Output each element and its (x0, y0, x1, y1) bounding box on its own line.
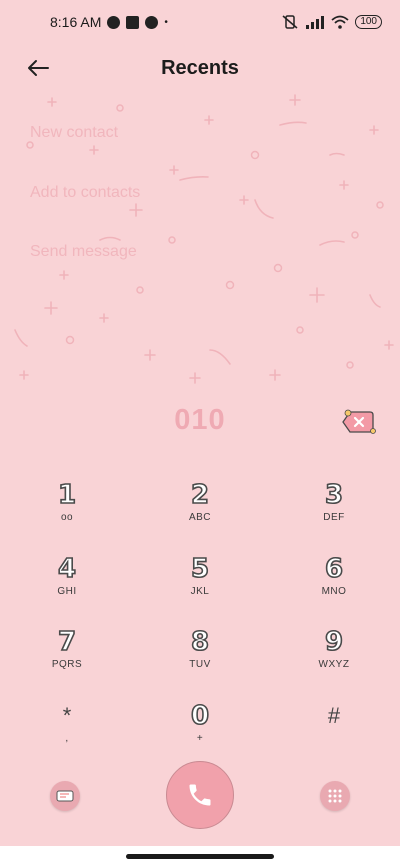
key-digit: 6 (324, 554, 344, 584)
key-letters: JKL (190, 586, 210, 597)
send-message-action[interactable]: Send message (30, 243, 137, 261)
key-3[interactable]: 3 DEF (284, 480, 384, 541)
key-letters: DEF (323, 512, 345, 523)
dialpad-toggle-button[interactable] (320, 781, 350, 811)
key-0[interactable]: 0 + (150, 701, 250, 762)
key-digit: 3 (324, 480, 344, 510)
voicemail-icon: oo (60, 512, 74, 523)
data-saver-icon (107, 15, 121, 29)
vibrate-off-icon (282, 15, 298, 29)
sim-card-icon (56, 790, 74, 802)
key-1[interactable]: 1 oo (17, 480, 117, 541)
home-indicator[interactable] (126, 854, 274, 859)
stop-icon (126, 15, 140, 29)
status-time: 8:16 AM (50, 14, 102, 30)
wifi-icon (331, 15, 349, 29)
dot-icon: • (164, 16, 168, 28)
key-letters: ABC (188, 512, 212, 523)
key-6[interactable]: 6 MNO (284, 554, 384, 615)
key-7[interactable]: 7 PQRS (17, 627, 117, 688)
dialpad-icon (328, 789, 342, 803)
new-contact-action[interactable]: New contact (30, 124, 118, 142)
data-saver-icon (145, 15, 159, 29)
key-digit: 7 (57, 627, 77, 657)
header: Recents (0, 48, 400, 88)
key-letters: TUV (189, 659, 211, 670)
key-9[interactable]: 9 WXYZ (284, 627, 384, 688)
sim-select-button[interactable] (50, 781, 80, 811)
key-star[interactable]: * , (17, 702, 117, 762)
backspace-icon (342, 409, 376, 434)
key-digit: 1 (57, 480, 77, 510)
key-letters: MNO (321, 586, 347, 597)
key-letters: PQRS (51, 659, 83, 670)
key-8[interactable]: 8 TUV (150, 627, 250, 688)
key-digit: 5 (190, 554, 210, 584)
key-digit: 4 (57, 554, 77, 584)
key-4[interactable]: 4 GHI (17, 554, 117, 615)
add-to-contacts-action[interactable]: Add to contacts (30, 184, 140, 202)
key-digit: 0 (190, 701, 210, 731)
status-bar: 8:16 AM • 100 (0, 0, 400, 44)
key-digit: 8 (190, 627, 210, 657)
status-right: 100 (281, 15, 382, 29)
phone-icon (189, 784, 211, 806)
key-letters: , (65, 733, 69, 744)
delete-button[interactable] (340, 406, 376, 438)
page-title: Recents (161, 56, 239, 79)
key-2[interactable]: 2 ABC (150, 480, 250, 541)
key-digit: 9 (324, 627, 344, 657)
key-hash[interactable]: # (284, 702, 384, 762)
back-button[interactable] (22, 54, 54, 82)
signal-icon (306, 16, 325, 29)
key-letters: GHI (57, 586, 77, 597)
key-digit: # (327, 703, 341, 728)
status-left: 8:16 AM • (50, 14, 168, 30)
key-5[interactable]: 5 JKL (150, 554, 250, 615)
key-letters: + (196, 733, 204, 744)
battery-icon: 100 (355, 15, 382, 29)
key-letters: WXYZ (318, 659, 350, 670)
key-digit: 2 (190, 480, 210, 510)
call-button[interactable] (166, 761, 234, 829)
key-digit: * (62, 703, 72, 728)
arrow-left-icon (28, 60, 49, 76)
